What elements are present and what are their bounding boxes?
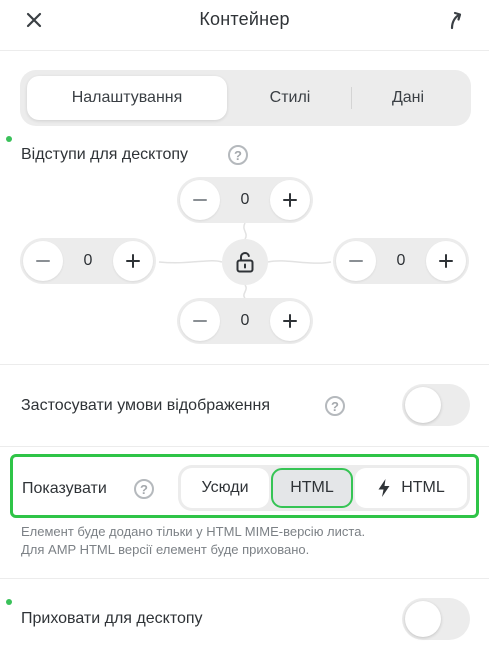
padding-bottom-decrement-button[interactable] (180, 301, 220, 341)
section-divider (0, 364, 489, 365)
padding-top-stepper: 0 (177, 177, 313, 223)
conditions-toggle[interactable] (402, 384, 470, 426)
unlocked-padlock-icon (236, 251, 254, 273)
plus-icon (283, 193, 297, 207)
hide-desktop-toggle[interactable] (402, 598, 470, 640)
padding-right-increment-button[interactable] (426, 241, 466, 281)
padding-top-decrement-button[interactable] (180, 180, 220, 220)
padding-bottom-increment-button[interactable] (270, 301, 310, 341)
show-segmented-control: Усюди HTML HTML (178, 465, 470, 511)
show-hint-text: Елемент буде додано тільки у HTML MIME-в… (21, 523, 481, 559)
padding-bottom-value[interactable]: 0 (220, 298, 270, 344)
show-hint-line-2: Для AMP HTML версії елемент буде прихова… (21, 542, 310, 557)
show-option-html[interactable]: HTML (271, 468, 353, 508)
conditions-help-icon[interactable]: ? (325, 396, 345, 416)
padding-left-increment-button[interactable] (113, 241, 153, 281)
padding-left-decrement-button[interactable] (23, 241, 63, 281)
plus-icon (283, 314, 297, 328)
padding-left-value[interactable]: 0 (63, 238, 113, 284)
padding-left-stepper: 0 (20, 238, 156, 284)
changed-indicator-dot (6, 599, 12, 605)
minus-icon (193, 199, 207, 201)
show-help-icon[interactable]: ? (134, 479, 154, 499)
padding-right-decrement-button[interactable] (336, 241, 376, 281)
minus-icon (36, 260, 50, 262)
padding-bottom-stepper: 0 (177, 298, 313, 344)
padding-right-stepper: 0 (333, 238, 469, 284)
minus-icon (193, 320, 207, 322)
toggle-knob (405, 601, 441, 637)
toggle-knob (405, 387, 441, 423)
padding-lock-button[interactable] (222, 239, 268, 285)
show-option-amp-html[interactable]: HTML (355, 468, 467, 508)
plus-icon (126, 254, 140, 268)
show-option-everywhere[interactable]: Усюди (181, 468, 269, 508)
padding-top-value[interactable]: 0 (220, 177, 270, 223)
padding-right-value[interactable]: 0 (376, 238, 426, 284)
padding-top-increment-button[interactable] (270, 180, 310, 220)
show-hint-line-1: Елемент буде додано тільки у HTML MIME-в… (21, 524, 366, 539)
show-option-amp-html-label: HTML (401, 479, 445, 496)
plus-icon (439, 254, 453, 268)
lightning-icon (378, 479, 390, 497)
show-label: Показувати (22, 480, 107, 497)
minus-icon (349, 260, 363, 262)
section-divider (0, 578, 489, 579)
hide-desktop-label: Приховати для десктопу (21, 610, 203, 627)
section-divider (0, 446, 489, 447)
conditions-label: Застосувати умови відображення (21, 397, 270, 414)
